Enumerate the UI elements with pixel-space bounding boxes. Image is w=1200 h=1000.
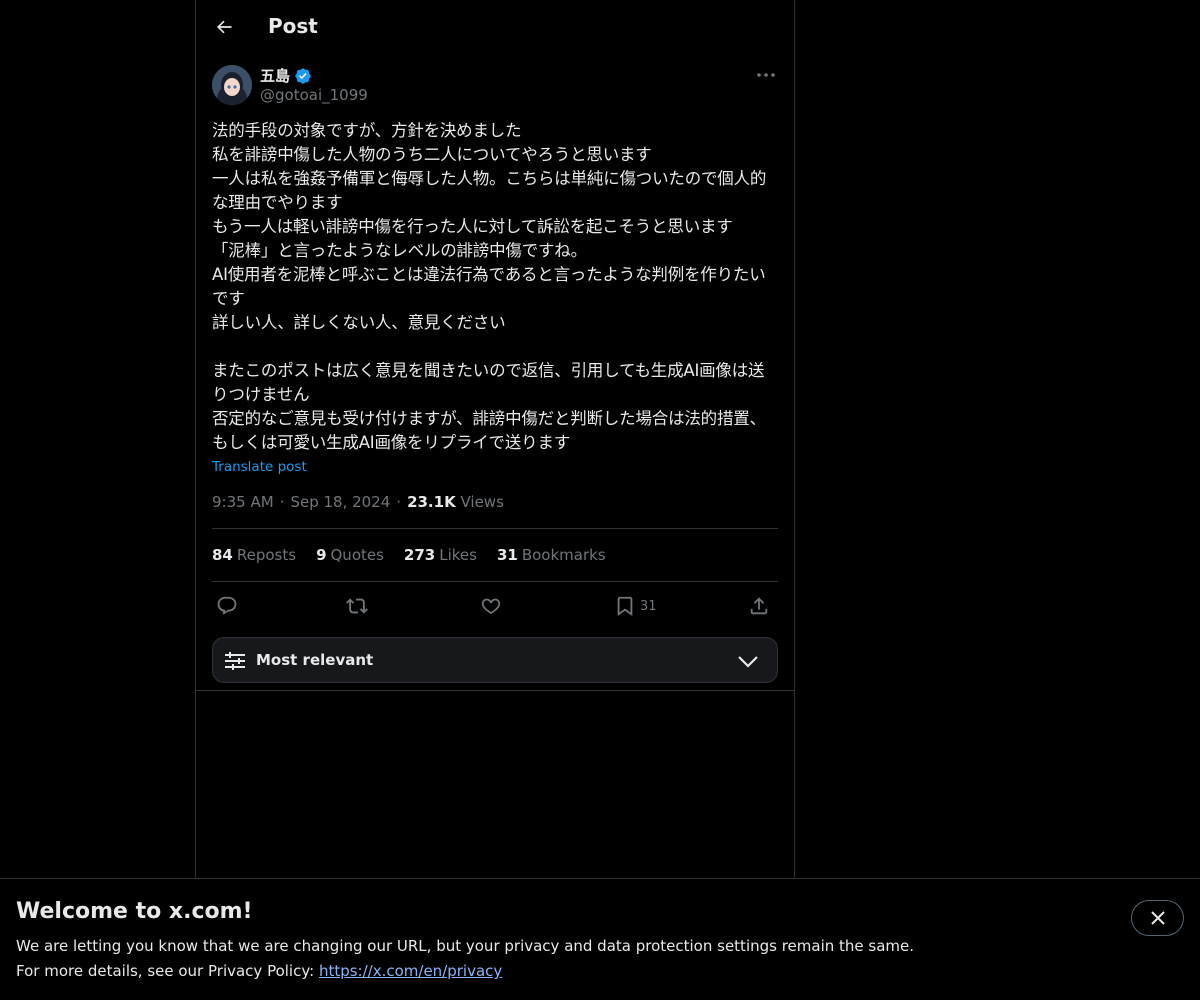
post-text: 法的手段の対象ですが、方針を決めました 私を誹謗中傷した人物のうち二人についてや… — [212, 121, 767, 452]
meta-separator: · — [279, 493, 285, 511]
views-count: 23.1K — [407, 493, 456, 511]
back-arrow-icon — [217, 20, 232, 34]
post-date[interactable]: Sep 18, 2024 — [290, 493, 390, 511]
share-icon — [750, 597, 768, 615]
views: 23.1K Views — [407, 493, 504, 511]
divider — [212, 528, 778, 529]
banner-privacy-line: For more details, see our Privacy Policy… — [16, 962, 502, 980]
reposts-stat[interactable]: 84 Reposts — [212, 546, 296, 564]
post-stats: 84 Reposts 9 Quotes 273 Likes 31 Bookmarks — [212, 546, 606, 564]
close-icon — [1150, 911, 1165, 925]
post-actions: 31 — [212, 592, 778, 620]
banner-message: We are letting you know that we are chan… — [16, 937, 915, 955]
bookmarks-stat[interactable]: 31 Bookmarks — [497, 546, 606, 564]
verified-badge-icon — [295, 67, 311, 84]
heart-icon — [481, 598, 501, 614]
meta-separator: · — [396, 493, 402, 511]
post-time[interactable]: 9:35 AM — [212, 493, 274, 511]
post-meta: 9:35 AM · Sep 18, 2024 · 23.1K Views — [212, 493, 504, 511]
more-icon — [757, 73, 775, 77]
bookmark-icon — [617, 596, 633, 617]
bookmark-button[interactable]: 31 — [614, 592, 657, 620]
more-options-button[interactable] — [754, 65, 778, 85]
page-title: Post — [268, 14, 318, 38]
name-row: 五島 — [260, 65, 312, 86]
reply-button[interactable] — [216, 592, 238, 620]
sort-label: Most relevant — [256, 651, 374, 669]
bookmark-count: 31 — [640, 598, 657, 614]
repost-icon — [346, 598, 368, 614]
avatar[interactable] — [212, 65, 252, 105]
divider — [212, 581, 778, 582]
privacy-policy-link[interactable]: https://x.com/en/privacy — [319, 962, 502, 980]
welcome-banner: Welcome to x.com! We are letting you kno… — [0, 878, 1200, 1000]
chevron-down-icon — [738, 656, 758, 668]
quotes-stat[interactable]: 9 Quotes — [316, 546, 384, 564]
filter-sliders-icon — [225, 652, 245, 670]
reply-sort-dropdown[interactable]: Most relevant — [212, 637, 778, 683]
share-button[interactable] — [748, 592, 770, 620]
post-header: Post — [196, 0, 794, 54]
banner-title: Welcome to x.com! — [16, 899, 253, 924]
back-button[interactable] — [210, 13, 238, 41]
like-button[interactable] — [480, 592, 502, 620]
user-handle[interactable]: @gotoai_1099 — [260, 86, 368, 104]
post-author: 五島 @gotoai_1099 — [212, 65, 778, 107]
repost-button[interactable] — [346, 592, 368, 620]
post-column: Post 五島 @gotoai_1099 法的手段の対象ですが、方針を決めました… — [195, 0, 795, 878]
likes-stat[interactable]: 273 Likes — [404, 546, 477, 564]
reply-icon — [217, 596, 237, 615]
close-banner-button[interactable] — [1131, 900, 1184, 936]
translate-post-link[interactable]: Translate post — [212, 459, 307, 475]
banner-privacy-prefix: For more details, see our Privacy Policy… — [16, 962, 319, 980]
divider — [196, 690, 794, 691]
display-name[interactable]: 五島 — [260, 65, 290, 86]
views-label: Views — [460, 493, 504, 511]
